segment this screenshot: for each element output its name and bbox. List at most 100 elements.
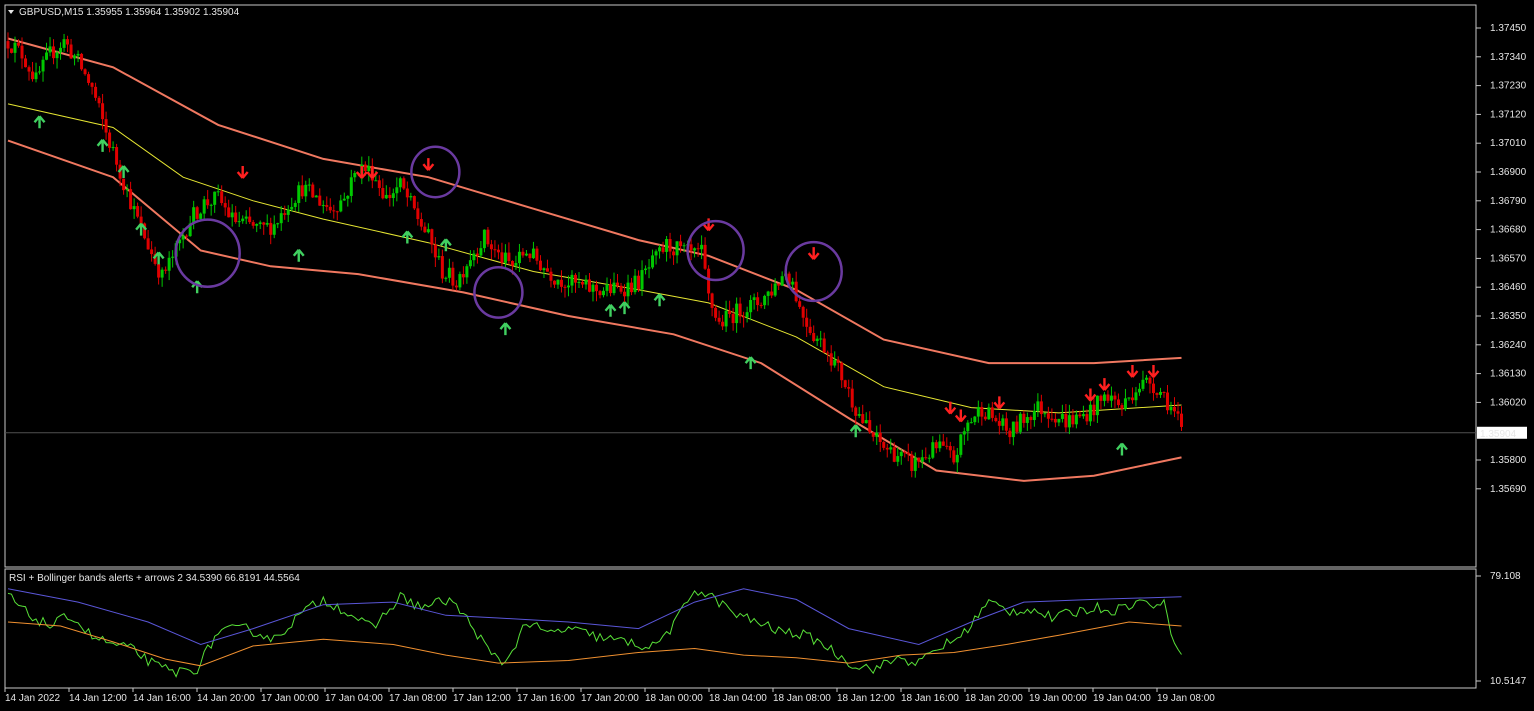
candle-body xyxy=(721,321,725,327)
candle-body xyxy=(668,239,672,252)
candle-body xyxy=(388,194,392,199)
candle-body xyxy=(321,205,325,207)
candle-body xyxy=(150,249,154,255)
candle-body xyxy=(584,279,588,285)
candle-body xyxy=(728,310,732,315)
candle-body xyxy=(1081,414,1085,417)
candle-body xyxy=(251,222,255,226)
candle-body xyxy=(808,326,812,333)
candle-body xyxy=(994,417,998,422)
candle-body xyxy=(1071,415,1075,425)
rsi-tick-label: 79.108 xyxy=(1490,571,1521,582)
sell-arrow-icon xyxy=(1098,378,1111,391)
highlight-circle xyxy=(410,145,461,199)
candle-body xyxy=(1050,418,1054,420)
candle-body xyxy=(731,314,735,324)
time-tick-label: 17 Jan 16:00 xyxy=(517,693,575,704)
candle-body xyxy=(1106,394,1110,401)
candle-body xyxy=(591,284,595,292)
candle-body xyxy=(244,216,248,219)
candle-body xyxy=(801,306,805,318)
candle-body xyxy=(353,173,357,178)
candle-body xyxy=(759,305,763,307)
candle-body xyxy=(1151,383,1155,394)
candle-body xyxy=(644,268,648,271)
candle-body xyxy=(521,251,525,256)
candle-body xyxy=(48,46,52,53)
candle-body xyxy=(216,191,220,193)
price-tick-label: 1.36680 xyxy=(1490,225,1527,236)
candle-body xyxy=(1120,405,1124,409)
candle-body xyxy=(76,53,80,56)
candle-body xyxy=(868,420,872,433)
candle-body xyxy=(416,208,420,220)
candle-body xyxy=(780,276,784,286)
time-tick-label: 18 Jan 08:00 xyxy=(773,693,831,704)
buy-arrow-icon xyxy=(439,238,452,252)
candle-body xyxy=(367,165,371,172)
candle-body xyxy=(108,132,112,148)
candle-body xyxy=(573,274,577,283)
candle-body xyxy=(1155,393,1159,395)
candle-body xyxy=(437,256,441,258)
candle-body xyxy=(20,45,24,59)
candle-body xyxy=(661,247,665,252)
candle-body xyxy=(1144,377,1148,380)
candle-body xyxy=(602,290,606,296)
time-tick-label: 18 Jan 04:00 xyxy=(709,693,767,704)
candle-body xyxy=(318,195,322,206)
candle-body xyxy=(738,303,742,317)
candle-body xyxy=(381,188,385,199)
candle-body xyxy=(339,200,343,212)
highlight-circle xyxy=(174,218,241,289)
candle-body xyxy=(433,244,437,258)
candle-body xyxy=(209,204,213,206)
time-tick-label: 17 Jan 04:00 xyxy=(325,693,383,704)
time-tick-label: 18 Jan 20:00 xyxy=(965,693,1023,704)
candle-body xyxy=(612,282,616,294)
candle-body xyxy=(101,103,105,120)
candle-body xyxy=(73,55,77,59)
current-price-label: 1.35904 xyxy=(1480,429,1517,440)
candle-body xyxy=(1015,421,1019,432)
candle-body xyxy=(528,253,532,259)
candle-body xyxy=(283,213,287,215)
candle-body xyxy=(969,422,973,424)
sell-arrow-icon xyxy=(236,166,249,179)
candle-body xyxy=(293,202,297,207)
buy-arrow-icon xyxy=(653,293,666,307)
candle-body xyxy=(693,248,697,251)
time-tick-label: 14 Jan 2022 xyxy=(5,693,60,704)
sell-arrow-icon xyxy=(807,247,820,260)
candle-body xyxy=(717,317,721,322)
main-pane-frame xyxy=(4,4,1477,568)
candle-body xyxy=(1176,411,1180,414)
candle-body xyxy=(1169,406,1173,411)
candle-body xyxy=(682,245,686,247)
candle-body xyxy=(66,39,70,45)
candle-body xyxy=(1060,414,1064,419)
menu-triangle-icon[interactable] xyxy=(8,10,14,14)
candle-body xyxy=(1165,392,1169,411)
candle-body xyxy=(136,206,140,217)
candle-body xyxy=(496,249,500,253)
candle-body xyxy=(220,191,224,204)
rsi-line xyxy=(7,590,1182,678)
candle-body xyxy=(13,42,17,53)
candle-body xyxy=(402,178,406,189)
candle-body xyxy=(451,267,455,286)
candle-body xyxy=(955,454,959,463)
candle-body xyxy=(1032,410,1036,421)
candle-body xyxy=(55,52,59,59)
candle-body xyxy=(423,226,427,233)
candle-body xyxy=(1141,379,1145,389)
time-tick-label: 14 Jan 16:00 xyxy=(133,693,191,704)
candle-body xyxy=(595,284,598,292)
candle-body xyxy=(52,46,56,59)
candle-body xyxy=(314,195,318,198)
candle-body xyxy=(430,229,434,245)
candle-body xyxy=(924,457,928,459)
candle-body xyxy=(1036,401,1040,411)
candle-body xyxy=(115,147,119,165)
candle-body xyxy=(1053,418,1057,423)
